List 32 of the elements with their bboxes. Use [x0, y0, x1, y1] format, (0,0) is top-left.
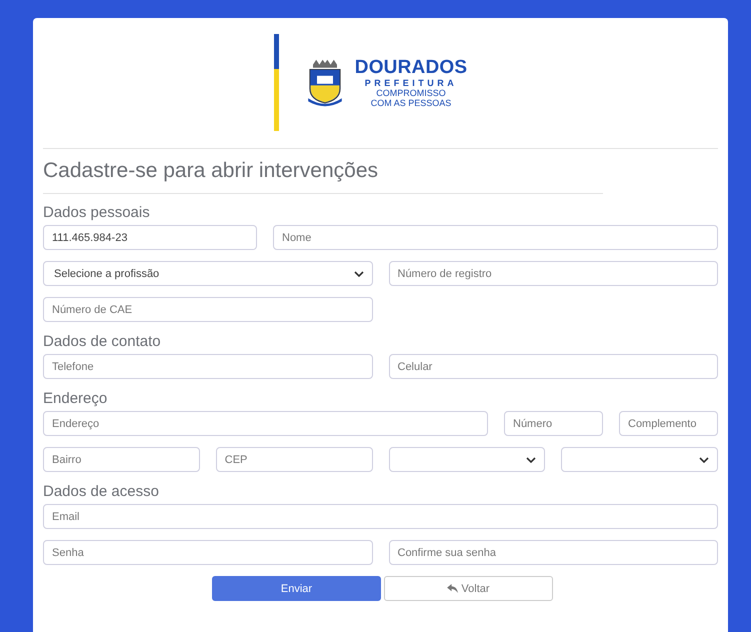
input-field[interactable]: Confirme sua senha — [388, 540, 718, 565]
input-field[interactable]: Número de registro — [388, 261, 718, 286]
logo-subtitle: PREFEITURA — [364, 78, 458, 88]
logo-slogan: COMPROMISSO — [376, 88, 446, 98]
section-title: Dados pessoais — [43, 204, 151, 222]
input-field[interactable]: Número de CAE — [43, 297, 372, 322]
section-title: Dados de contato — [43, 333, 162, 351]
reply-arrow-icon — [447, 584, 458, 593]
chevron-down-icon — [526, 456, 536, 462]
input-field[interactable]: Senha — [43, 540, 372, 565]
submit-button[interactable]: Enviar — [212, 576, 381, 601]
section-title: Dados de acesso — [43, 483, 160, 501]
input-field[interactable]: Bairro — [43, 447, 200, 472]
select-field[interactable] — [561, 447, 718, 472]
chevron-down-icon — [699, 456, 709, 462]
page-title: Cadastre-se para abrir intervenções — [43, 159, 379, 183]
input-field[interactable]: Número — [504, 411, 603, 436]
chevron-down-icon — [354, 270, 364, 276]
input-field[interactable]: Complemento — [619, 411, 718, 436]
input-field[interactable]: 111.465.984-23 — [43, 225, 257, 250]
logo-slogan: COM AS PESSOAS — [370, 98, 452, 108]
input-field[interactable]: Telefone — [43, 354, 372, 379]
input-field[interactable]: Email — [43, 504, 718, 529]
input-field[interactable]: Nome — [273, 225, 718, 250]
input-field[interactable]: CEP — [216, 447, 372, 472]
back-button[interactable]: Voltar — [384, 576, 553, 601]
input-field[interactable]: Endereço — [43, 411, 488, 436]
select-field[interactable]: Selecione a profissão — [43, 261, 372, 286]
logo-name: DOURADOS — [354, 58, 468, 76]
input-field[interactable]: Celular — [388, 354, 718, 379]
select-field[interactable] — [388, 447, 546, 472]
section-title: Endereço — [43, 390, 108, 408]
